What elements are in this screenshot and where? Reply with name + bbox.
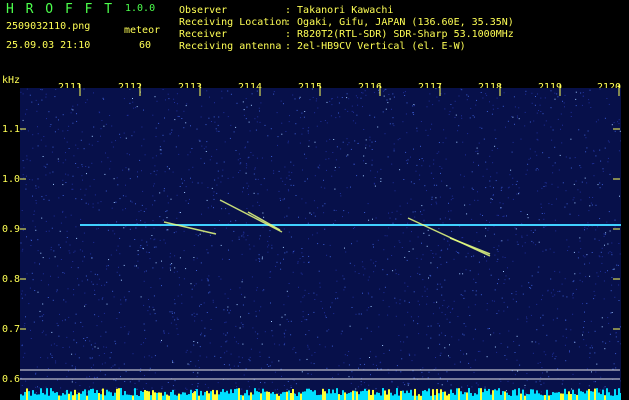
location-label: Receiving Location xyxy=(179,17,288,28)
spectrogram-canvas xyxy=(20,88,621,400)
activity-bars xyxy=(20,388,621,400)
app-title: H R O F F T xyxy=(6,2,115,17)
y-tick: 1.1 xyxy=(2,124,21,135)
receiver-label: Receiver xyxy=(179,29,228,40)
meteor-echo xyxy=(219,199,283,233)
y-tick: 0.7 xyxy=(2,324,21,335)
meteor-echo xyxy=(247,211,281,231)
noise-layer xyxy=(20,88,621,400)
y-tick: 0.6 xyxy=(2,374,21,385)
observer-value: : Takanori Kawachi xyxy=(285,5,394,16)
date-time: 25.09.03 21:10 xyxy=(6,40,91,51)
mode-label: meteor xyxy=(124,25,161,36)
file-name: 2509032110.png xyxy=(6,21,91,32)
antenna-label: Receiving antenna xyxy=(179,41,282,52)
header-panel: H R O F F T 1.0.0 2509032110.png meteor … xyxy=(0,0,629,70)
y-tick: 0.9 xyxy=(2,224,21,235)
observer-label: Observer xyxy=(179,5,228,16)
antenna-value: : 2el-HB9CV Vertical (el. E-W) xyxy=(285,41,466,52)
y-tick: 1.0 xyxy=(2,174,21,185)
meteor-echo xyxy=(407,217,491,257)
receiver-value: : R820T2(RTL-SDR) SDR-Sharp 53.1000MHz xyxy=(285,29,514,40)
y-tick: 0.8 xyxy=(2,274,21,285)
meteor-echo xyxy=(163,221,217,235)
location-value: : Ogaki, Gifu, JAPAN (136.60E, 35.35N) xyxy=(285,17,514,28)
app-version: 1.0.0 xyxy=(125,3,156,14)
waterfall-spectrogram xyxy=(20,88,621,400)
unit-label: kHz xyxy=(2,75,21,86)
event-count: 60 xyxy=(139,40,152,51)
